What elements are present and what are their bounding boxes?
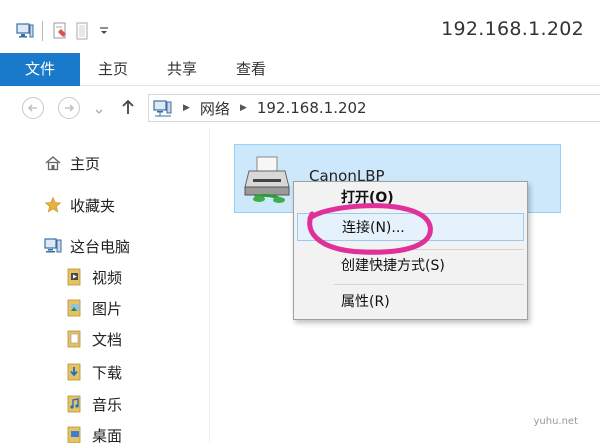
nav-item-label: 文档 [92, 330, 123, 349]
menu-item-create-shortcut[interactable]: 创建快捷方式(S) [297, 252, 524, 280]
menu-separator [334, 284, 524, 285]
arrow-up-icon [122, 99, 134, 114]
desktop-folder-icon [64, 424, 86, 443]
menu-item-properties[interactable]: 属性(R) [297, 288, 524, 316]
customize-toolbar-icon[interactable] [93, 20, 115, 42]
star-icon [42, 194, 64, 216]
breadcrumb-separator-icon[interactable]: ▶ [183, 103, 190, 113]
toolbar-separator [42, 21, 43, 41]
video-folder-icon [64, 266, 86, 288]
tab-view[interactable]: 查看 [218, 53, 284, 86]
nav-item-videos[interactable]: 视频 [64, 264, 122, 290]
nav-item-documents[interactable]: 文档 [64, 326, 122, 352]
back-button[interactable] [22, 97, 44, 119]
nav-item-label: 视频 [92, 268, 123, 287]
properties-icon[interactable] [49, 20, 71, 42]
network-computer-icon [153, 98, 173, 118]
nav-item-pictures[interactable]: 图片 [64, 295, 122, 321]
tab-home[interactable]: 主页 [80, 53, 146, 86]
nav-item-this-pc[interactable]: 这台电脑 [42, 233, 130, 259]
menu-item-connect[interactable]: 连接(N)... [297, 213, 524, 241]
address-bar[interactable]: ▶ 网络 ▶ 192.168.1.202 [148, 94, 600, 122]
up-button[interactable] [120, 98, 136, 120]
nav-item-favorites[interactable]: 收藏夹 [42, 192, 115, 218]
menu-separator [334, 249, 524, 250]
breadcrumb-separator-icon[interactable]: ▶ [240, 103, 247, 113]
quick-access-toolbar [14, 18, 115, 44]
breadcrumb-host[interactable]: 192.168.1.202 [257, 99, 367, 117]
nav-item-music[interactable]: 音乐 [64, 391, 122, 417]
nav-item-downloads[interactable]: 下载 [64, 359, 122, 385]
arrow-right-icon [65, 104, 75, 112]
nav-item-label: 这台电脑 [70, 237, 131, 256]
printer-icon [241, 153, 297, 207]
tab-file[interactable]: 文件 [0, 53, 80, 86]
nav-item-label: 下载 [92, 363, 123, 382]
window-title: 192.168.1.202 [441, 18, 584, 40]
nav-item-label: 收藏夹 [70, 196, 116, 215]
chevron-down-icon [95, 109, 103, 114]
nav-item-desktop[interactable]: 桌面 [64, 422, 122, 443]
documents-folder-icon [64, 328, 86, 350]
nav-item-label: 桌面 [92, 426, 123, 443]
recent-locations-button[interactable] [94, 102, 104, 121]
downloads-folder-icon [64, 361, 86, 383]
nav-item-label: 音乐 [92, 395, 123, 414]
context-menu: 打开(O) 连接(N)... 创建快捷方式(S) 属性(R) [293, 181, 528, 320]
pictures-folder-icon [64, 297, 86, 319]
computer-icon [42, 235, 64, 257]
watermark-text: yuhu.net [533, 416, 578, 427]
ribbon-tabs: 文件 主页 共享 查看 [0, 53, 600, 86]
arrow-left-icon [27, 104, 37, 112]
forward-button[interactable] [58, 97, 80, 119]
navigation-pane: 主页 收藏夹 这台电脑 视频 图片 文档 下载 音乐 桌面 [0, 128, 210, 443]
music-folder-icon [64, 393, 86, 415]
menu-item-open[interactable]: 打开(O) [297, 184, 524, 212]
title-bar: 192.168.1.202 [0, 0, 600, 53]
address-row: ▶ 网络 ▶ 192.168.1.202 [0, 86, 600, 128]
computer-icon[interactable] [14, 20, 36, 42]
nav-item-label: 主页 [70, 154, 101, 173]
tab-share[interactable]: 共享 [149, 53, 215, 86]
nav-item-label: 图片 [92, 299, 123, 318]
nav-item-home[interactable]: 主页 [42, 150, 100, 176]
breadcrumb-network[interactable]: 网络 [200, 98, 230, 119]
new-folder-icon[interactable] [71, 20, 93, 42]
home-icon [42, 152, 64, 174]
